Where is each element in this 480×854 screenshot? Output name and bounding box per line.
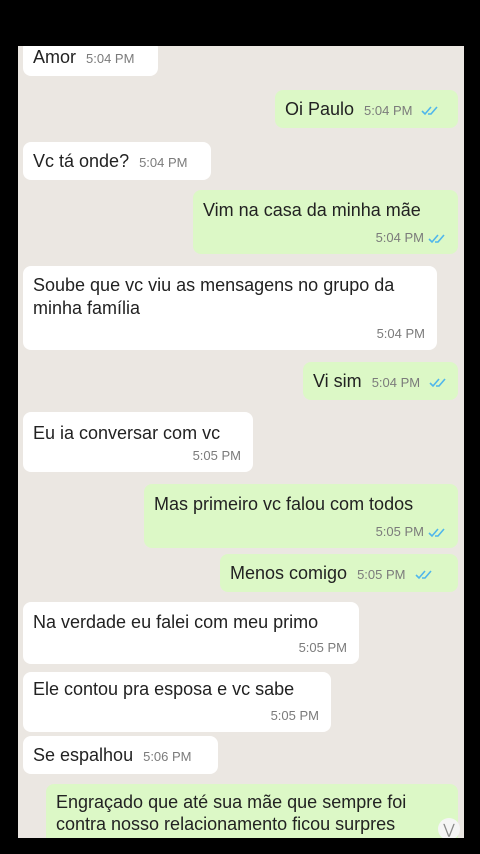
message-text: Se espalhou	[33, 745, 134, 765]
message-time: 5:04 PM	[375, 230, 424, 245]
message-time: 5:05 PM	[192, 448, 241, 463]
message-text: Ele contou pra esposa e vc sabe	[33, 679, 295, 699]
double-check-icon	[428, 234, 445, 244]
message-time: 5:05 PM	[298, 640, 347, 655]
message-text: Vim na casa da minha mãe	[203, 200, 421, 220]
message-time: 5:05 PM	[270, 708, 319, 723]
message-text: Vi sim	[313, 371, 362, 391]
double-check-icon	[429, 378, 446, 387]
message-meta: 5:04 PM	[376, 226, 446, 249]
message-time: 5:04 PM	[376, 326, 425, 341]
double-check-icon	[414, 570, 432, 579]
message-incoming[interactable]: Soube que vc viu as mensagens no grupo d…	[23, 266, 437, 350]
chevron-double-down-icon[interactable]: ⋁	[438, 818, 460, 840]
message-incoming[interactable]: Vc tá onde? 5:04 PM	[23, 142, 211, 180]
message-time: 5:06 PM	[143, 749, 192, 764]
message-outgoing[interactable]: Menos comigo 5:05 PM	[220, 554, 458, 592]
message-outgoing[interactable]: Oi Paulo 5:04 PM	[275, 90, 458, 128]
message-incoming[interactable]: Ele contou pra esposa e vc sabe 5:05 PM	[23, 672, 331, 732]
message-incoming[interactable]: Na verdade eu falei com meu primo 5:05 P…	[23, 602, 359, 664]
message-text: Engraçado que até sua mãe que sempre foi…	[56, 792, 407, 834]
message-outgoing[interactable]: Vim na casa da minha mãe 5:04 PM	[193, 190, 458, 254]
message-text: Menos comigo	[230, 563, 348, 583]
message-meta: 5:05 PM	[376, 520, 446, 543]
message-outgoing[interactable]: Engraçado que até sua mãe que sempre foi…	[46, 784, 458, 838]
double-check-icon	[428, 528, 445, 538]
message-incoming[interactable]: Eu ia conversar com vc 5:05 PM	[23, 412, 253, 472]
message-time: 5:05 PM	[357, 567, 406, 582]
chat-area[interactable]: Amor 5:04 PM Oi Paulo 5:04 PM Vc tá onde? 5…	[18, 46, 464, 838]
message-time: 5:04 PM	[86, 51, 135, 66]
message-outgoing[interactable]: Vi sim 5:04 PM	[303, 362, 458, 400]
message-incoming[interactable]: Amor 5:04 PM	[23, 46, 158, 76]
message-text: Mas primeiro vc falou com todos	[154, 494, 414, 514]
message-text: Eu ia conversar com vc	[33, 423, 221, 443]
message-text: Oi Paulo	[285, 99, 355, 119]
double-check-icon	[421, 106, 439, 115]
message-time: 5:04 PM	[139, 155, 188, 170]
message-time: 5:04 PM	[371, 375, 421, 390]
message-text: Soube que vc viu as mensagens no grupo d…	[33, 275, 395, 318]
message-text: Vc tá onde?	[33, 151, 130, 171]
message-time: 5:05 PM	[375, 524, 424, 539]
message-time: 5:04 PM	[364, 103, 413, 118]
message-outgoing[interactable]: Mas primeiro vc falou com todos 5:05 PM	[144, 484, 458, 548]
message-text: Amor	[33, 47, 77, 67]
message-incoming[interactable]: Se espalhou 5:06 PM	[23, 736, 218, 774]
message-text: Na verdade eu falei com meu primo	[33, 612, 319, 632]
bottom-bar	[0, 838, 480, 854]
